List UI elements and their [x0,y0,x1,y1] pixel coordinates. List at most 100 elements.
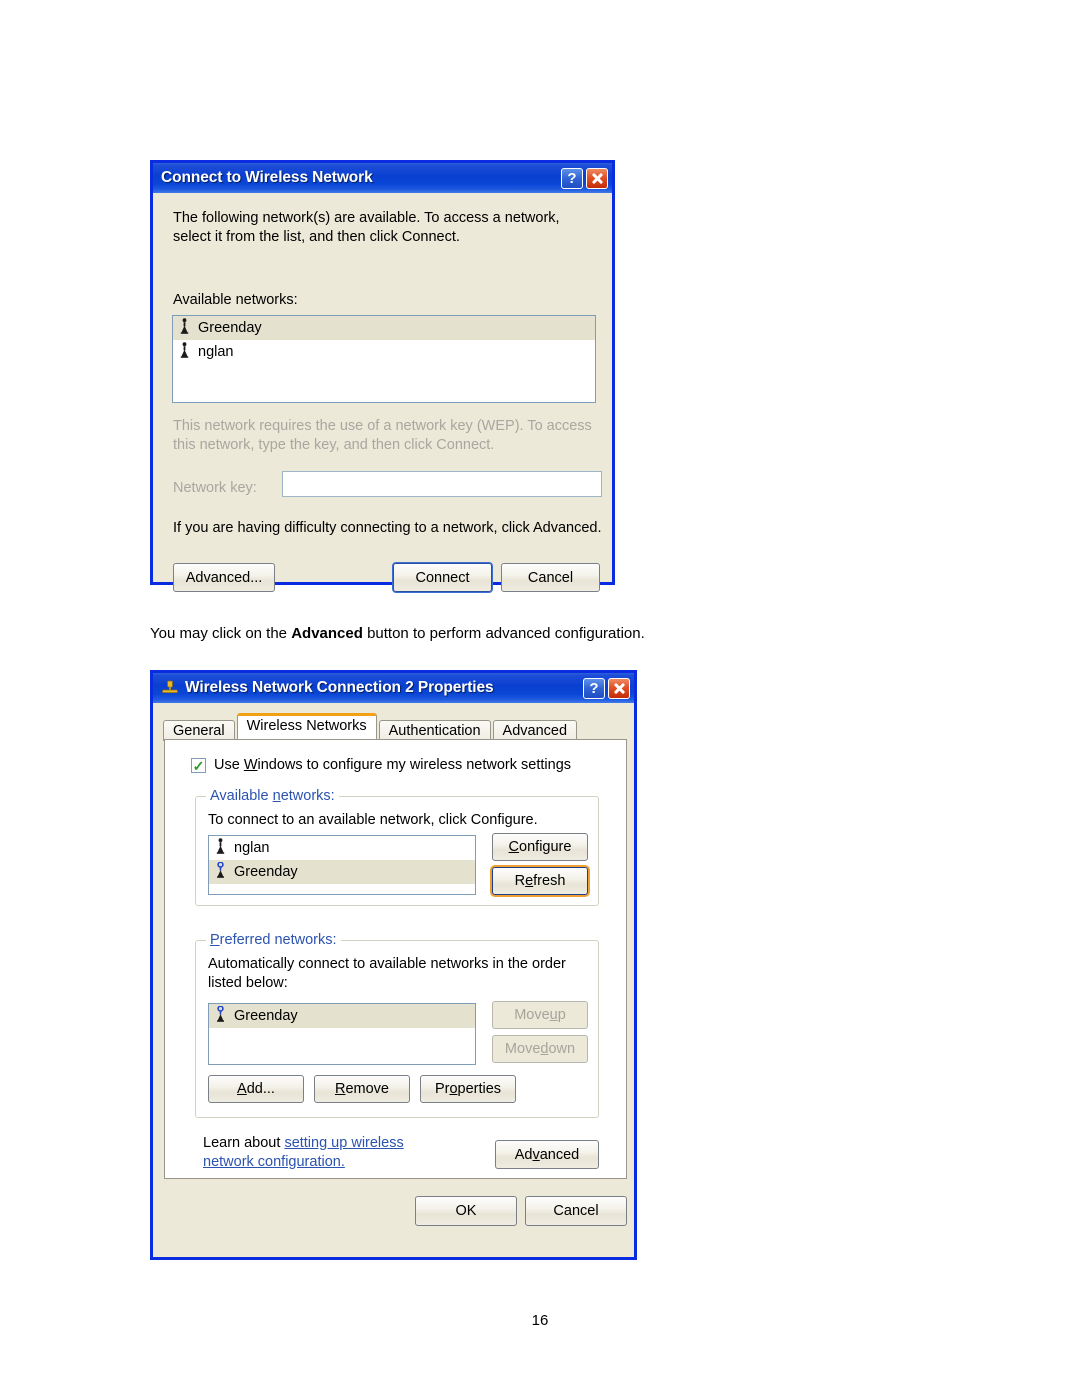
caption-bold: Advanced [291,625,363,642]
close-icon [613,682,626,695]
preferred-networks-group-label: Preferred networks: [206,932,341,948]
btn-pre: Move [504,1041,541,1057]
configure-button[interactable]: Configure [492,833,588,861]
glabel-pre: Available [210,788,273,804]
ok-button[interactable]: OK [415,1196,517,1226]
checkmark-icon: ✓ [192,757,205,774]
close-icon [591,172,604,185]
dialog2-titlebar[interactable]: Wireless Network Connection 2 Properties… [153,673,634,703]
tab-label: Authentication [388,722,481,739]
btn-accel: o [449,1081,458,1097]
btn-pre: Move [514,1007,550,1023]
preferred-networks-hint: Automatically connect to available netwo… [208,956,566,992]
dialog1-titlebar[interactable]: Connect to Wireless Network ? [153,163,612,193]
remove-button[interactable]: Remove [314,1075,410,1103]
instruction-caption: You may click on the Advanced button to … [150,625,645,642]
properties-button[interactable]: Pr o perties [420,1075,516,1103]
btn-rest: perties [457,1081,502,1097]
glabel-accel: n [272,788,281,804]
move-down-button[interactable]: Move d own [492,1035,588,1063]
label-pre: Use [214,757,244,773]
learn-about-text: Learn about setting up wireless network … [203,1134,453,1171]
wireless-tower-icon [215,838,226,858]
available-networks-group-label: Available networks: [206,788,339,804]
glabel-accel: P [210,932,220,948]
caption-after: button to perform advanced configuration… [362,625,645,642]
wireless-networks-tab-panel: ✓ Use Windows to configure my wireless n… [164,739,627,1179]
question-mark-icon: ? [589,679,599,697]
list-item[interactable]: nglan [173,340,595,364]
btn-accel: R [334,1081,346,1097]
cancel-button[interactable]: Cancel [525,1196,627,1226]
available-networks-label: Available networks: [173,292,298,308]
btn-rest: dd... [246,1081,275,1097]
btn-rest: emove [345,1081,389,1097]
network-key-input-field[interactable] [283,472,601,496]
advanced-button[interactable]: Ad v anced [495,1140,599,1169]
list-item[interactable]: Greenday [173,316,595,340]
dialog2-title: Wireless Network Connection 2 Properties [185,679,494,696]
tab-advanced[interactable]: Advanced [492,720,578,741]
label-post: indows to configure my wireless network … [257,757,572,773]
cancel-button[interactable]: Cancel [501,563,600,592]
learn-prefix: Learn about [203,1135,285,1151]
wireless-tower-icon [179,342,190,362]
wireless-network-connection-properties-dialog: Wireless Network Connection 2 Properties… [150,670,637,1260]
tab-strip: General Wireless Networks Authentication… [153,713,634,741]
available-networks-listbox[interactable]: Greenday nglan [172,315,596,403]
list-item[interactable]: nglan [209,836,475,860]
list-item[interactable]: Greenday [209,860,475,884]
checkbox-use-windows[interactable]: ✓ [191,757,206,774]
refresh-button[interactable]: Re fresh [492,867,588,895]
list-item-label: Greenday [234,1008,298,1024]
dialog1-intro-text: The following network(s) are available. … [173,210,560,246]
tab-general[interactable]: General [163,720,235,741]
connect-button[interactable]: Connect [393,563,492,592]
dialog2-titlebar-buttons: ? [583,677,630,699]
add-button[interactable]: Add... [208,1075,304,1103]
btn-pre: R [514,873,526,889]
network-adapter-icon [161,680,179,696]
list-item-label: Greenday [198,320,262,336]
btn-rest: own [548,1041,576,1057]
use-windows-checkbox-row[interactable]: ✓ Use Windows to configure my wireless n… [191,756,571,775]
wireless-tower-icon [179,318,190,338]
wireless-tower-preferred-icon [215,1005,226,1026]
available-networks-listbox[interactable]: nglan Greenday [208,835,476,895]
preferred-networks-listbox[interactable]: Greenday [208,1003,476,1065]
available-networks-group: Available networks: To connect to an ava… [195,788,599,906]
page-number: 16 [531,1312,549,1329]
tab-label: General [173,722,225,739]
label-accel: W [243,757,258,773]
move-up-button[interactable]: Move up [492,1001,588,1029]
btn-accel: e [525,873,534,889]
help-button[interactable]: ? [561,167,583,189]
btn-accel: u [549,1007,558,1023]
difficulty-note: If you are having difficulty connecting … [173,520,602,536]
close-button[interactable] [586,167,608,189]
dialog1-title: Connect to Wireless Network [161,169,373,186]
advanced-button[interactable]: Advanced... [173,563,275,592]
tab-label: Wireless Networks [246,718,367,734]
tab-authentication[interactable]: Authentication [378,720,491,741]
list-item[interactable]: Greenday [209,1004,475,1028]
list-item-label: nglan [198,344,234,360]
connect-to-wireless-network-dialog: Connect to Wireless Network ? The follow… [150,160,615,592]
tab-label: Advanced [502,722,568,739]
btn-rest: fresh [533,873,566,889]
btn-accel: A [237,1081,247,1097]
network-key-label: Network key: [173,480,257,496]
help-button[interactable]: ? [583,677,605,699]
dialog1-titlebar-buttons: ? [561,167,608,189]
list-item-label: Greenday [234,864,298,880]
btn-accel: C [508,839,520,855]
network-key-input[interactable] [282,471,602,497]
list-item-label: nglan [234,840,270,856]
glabel-post: referred networks: [219,932,337,948]
btn-accel: v [532,1146,540,1163]
tab-wireless-networks[interactable]: Wireless Networks [236,713,377,739]
glabel-post: etworks: [280,788,335,804]
btn-rest: onfigure [519,839,572,855]
close-button[interactable] [608,677,630,699]
available-networks-hint: To connect to an available network, clic… [208,812,538,828]
